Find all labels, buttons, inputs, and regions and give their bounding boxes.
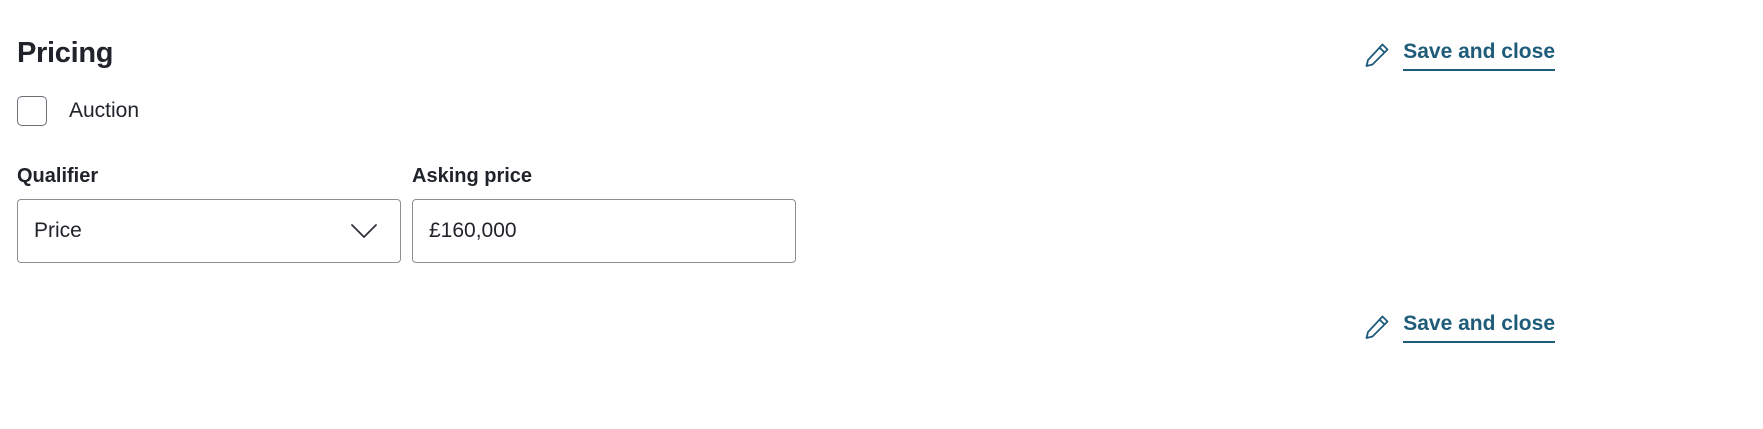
qualifier-label: Qualifier bbox=[17, 165, 99, 187]
auction-checkbox[interactable] bbox=[17, 96, 47, 126]
auction-option[interactable]: Auction bbox=[17, 96, 139, 126]
pencil-icon bbox=[1363, 41, 1391, 69]
pencil-icon bbox=[1363, 313, 1391, 341]
save-and-close-label: Save and close bbox=[1403, 38, 1555, 71]
asking-price-value: £160,000 bbox=[429, 219, 517, 242]
qualifier-selected-value: Price bbox=[34, 219, 82, 242]
save-and-close-label: Save and close bbox=[1403, 310, 1555, 343]
qualifier-select[interactable]: Price bbox=[17, 199, 401, 263]
asking-price-label: Asking price bbox=[412, 165, 533, 187]
save-and-close-link-top[interactable]: Save and close bbox=[1363, 38, 1555, 71]
auction-label: Auction bbox=[69, 99, 140, 122]
chevron-down-icon bbox=[350, 222, 378, 240]
page-title: Pricing bbox=[17, 37, 114, 69]
save-and-close-link-bottom[interactable]: Save and close bbox=[1363, 310, 1555, 343]
asking-price-input[interactable]: £160,000 bbox=[412, 199, 796, 263]
